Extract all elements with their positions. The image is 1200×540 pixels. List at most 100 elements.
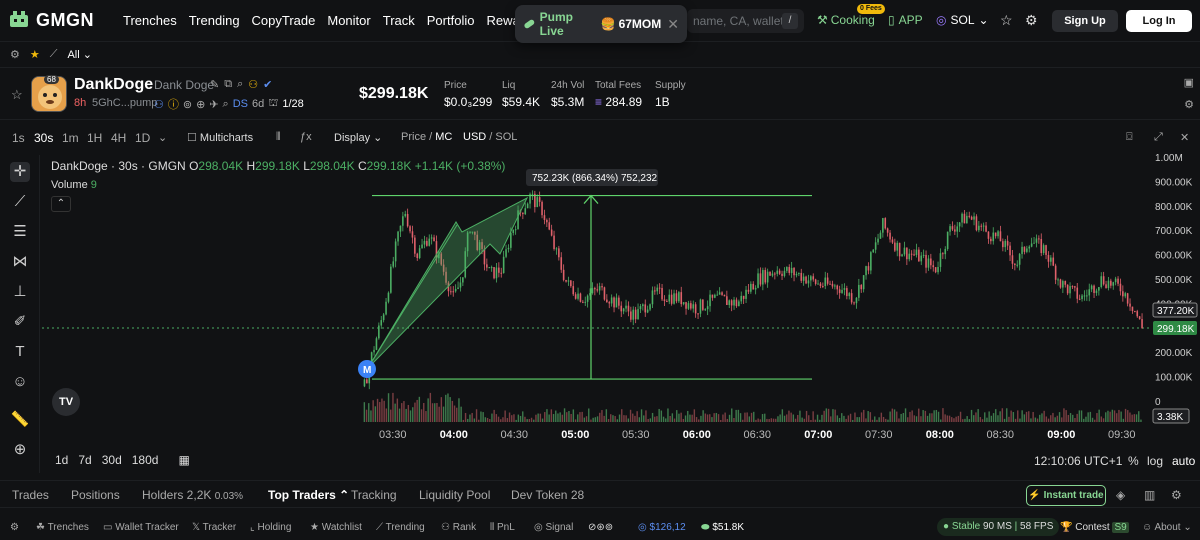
chef-hat-icon[interactable]: ⛫ bbox=[268, 97, 278, 111]
settings-icon[interactable]: ⚙ bbox=[1184, 98, 1194, 111]
panel-icon[interactable]: ▣ bbox=[1184, 76, 1194, 89]
star-icon[interactable]: ★ bbox=[30, 48, 40, 61]
timeframe-4h[interactable]: 4H bbox=[111, 131, 126, 145]
nav-track[interactable]: Track bbox=[383, 13, 415, 28]
balance-1[interactable]: ◎ $126,12 bbox=[638, 522, 686, 533]
dex-screener-label[interactable]: DS bbox=[233, 98, 248, 110]
scale-auto[interactable]: auto bbox=[1172, 454, 1195, 468]
close-icon[interactable]: ✕ bbox=[1180, 131, 1189, 144]
scale-log[interactable]: log bbox=[1147, 454, 1163, 468]
calendar-icon[interactable]: ▦ bbox=[178, 453, 189, 467]
candle-type-icon[interactable]: ⫴ bbox=[276, 131, 281, 144]
footer-watchlist[interactable]: ★ Watchlist bbox=[310, 522, 362, 533]
timeframe-30s[interactable]: 30s bbox=[34, 131, 53, 145]
search-icon[interactable]: ⌕ bbox=[223, 98, 229, 111]
about-menu[interactable]: ☺ About ⌄ bbox=[1142, 522, 1192, 533]
timeframe-1m[interactable]: 1m bbox=[62, 131, 79, 145]
range-7d[interactable]: 7d bbox=[78, 453, 91, 467]
balance-2[interactable]: ⬬ $51.8K bbox=[701, 522, 744, 533]
pump-live-popup[interactable]: Pump Live 🍔 67MOM ✕ bbox=[515, 5, 687, 43]
log-in-button[interactable]: Log In bbox=[1126, 10, 1192, 32]
nav-copytrade[interactable]: CopyTrade bbox=[252, 13, 316, 28]
nav-portfolio[interactable]: Portfolio bbox=[427, 13, 475, 28]
zoom-icon[interactable]: ⊕ bbox=[10, 440, 30, 460]
search-input[interactable]: name, CA, wallet / bbox=[687, 9, 804, 33]
app-button[interactable]: ▯ APP bbox=[888, 13, 923, 27]
gear-icon[interactable]: ⚙ bbox=[10, 48, 20, 61]
wallet-icons[interactable]: ⊘⊛⊚ bbox=[588, 522, 613, 533]
expand-icon[interactable]: ⤢ bbox=[1154, 131, 1163, 144]
panel-icon[interactable]: ▥ bbox=[1144, 488, 1155, 502]
chart-canvas[interactable]: 1.00M 900.00K 800.00K 700.00K 600.00K 500.00K… bbox=[42, 150, 1200, 475]
chain-select[interactable]: ◎ SOL ⌄ bbox=[936, 13, 989, 27]
display-menu[interactable]: Display ⌄ bbox=[334, 131, 382, 144]
tab-top-traders[interactable]: Top Traders ⌃ bbox=[268, 488, 349, 502]
price-mc-toggle[interactable]: Price / MC bbox=[401, 131, 452, 143]
warning-icon[interactable]: ⓘ bbox=[168, 96, 179, 112]
gear-icon[interactable]: ⚙ bbox=[10, 522, 19, 533]
range-1d[interactable]: 1d bbox=[55, 453, 68, 467]
paint-icon[interactable]: ◈ bbox=[1116, 488, 1125, 502]
collapse-button[interactable]: ⌃ bbox=[51, 196, 71, 212]
pump-token[interactable]: 🍔 67MOM bbox=[601, 17, 662, 31]
footer-trenches[interactable]: ☘ Trenches bbox=[36, 522, 89, 533]
copy-icon[interactable]: ⧉ bbox=[224, 78, 232, 91]
globe-icon[interactable]: ⊕ bbox=[196, 98, 205, 111]
range-180d[interactable]: 180d bbox=[132, 453, 159, 467]
pump-live-label[interactable]: Pump Live bbox=[523, 10, 595, 38]
tab-liquidity-pool[interactable]: Liquidity Pool bbox=[419, 488, 490, 502]
footer-signal[interactable]: ◎ Signal bbox=[534, 522, 573, 533]
edit-icon[interactable]: ✎ bbox=[210, 78, 219, 91]
pattern-icon[interactable]: ⋈ bbox=[10, 252, 30, 272]
people-icon[interactable]: ⚇ bbox=[248, 78, 258, 91]
close-icon[interactable]: ✕ bbox=[667, 16, 679, 33]
tab-holders[interactable]: Holders 2,2K 0.03% bbox=[142, 488, 243, 502]
crosshair-icon[interactable]: ✛ bbox=[10, 162, 30, 182]
footer-rank[interactable]: ⚇ Rank bbox=[441, 522, 476, 533]
trendline-icon[interactable]: ⟋ bbox=[10, 192, 30, 212]
chevron-down-icon[interactable]: ⌄ bbox=[158, 131, 167, 144]
logo[interactable]: GMGN bbox=[8, 9, 94, 31]
nav-trenches[interactable]: Trenches bbox=[123, 13, 177, 28]
measure-icon[interactable]: ⊥ bbox=[10, 282, 30, 302]
indicator-icon[interactable]: ƒx bbox=[300, 131, 312, 143]
multicharts-toggle[interactable]: ☐ Multicharts bbox=[187, 131, 253, 144]
currency-toggle[interactable]: USD / SOL bbox=[463, 131, 517, 143]
footer-pnl[interactable]: ⫴ PnL bbox=[490, 522, 515, 533]
camera-icon[interactable]: ⌼ bbox=[1126, 131, 1133, 144]
timeframe-1s[interactable]: 1s bbox=[12, 131, 25, 145]
tab-dev-token[interactable]: Dev Token 28 bbox=[511, 488, 584, 502]
sign-up-button[interactable]: Sign Up bbox=[1052, 10, 1118, 32]
footer-tracker[interactable]: 𝕏 Tracker bbox=[192, 522, 236, 533]
contract-address[interactable]: 5GhC...pump bbox=[92, 97, 157, 109]
holders-icon[interactable]: ⚇ bbox=[154, 98, 164, 111]
footer-holding[interactable]: ⌞ Holding bbox=[250, 522, 291, 533]
search-icon[interactable]: ⌕ bbox=[237, 78, 243, 91]
timeframe-1h[interactable]: 1H bbox=[87, 131, 102, 145]
horizontal-lines-icon[interactable]: ☰ bbox=[10, 222, 30, 242]
nav-monitor[interactable]: Monitor bbox=[327, 13, 370, 28]
twitter-icon[interactable]: ✔ bbox=[263, 78, 272, 91]
text-icon[interactable]: T bbox=[10, 342, 30, 362]
scale-percent[interactable]: % bbox=[1128, 454, 1139, 468]
telegram-icon[interactable]: ✈ bbox=[209, 98, 218, 111]
emoji-icon[interactable]: ☺ bbox=[10, 372, 30, 392]
settings-icon[interactable]: ⚙ bbox=[1171, 488, 1182, 502]
tab-positions[interactable]: Positions bbox=[71, 488, 120, 502]
ruler-icon[interactable]: 📏 bbox=[10, 410, 30, 430]
footer-wallet-tracker[interactable]: ▭ Wallet Tracker bbox=[103, 522, 179, 533]
brush-icon[interactable]: ✐ bbox=[10, 312, 30, 332]
star-icon[interactable]: ☆ bbox=[11, 87, 23, 103]
chart-icon[interactable]: ⟋ bbox=[50, 48, 58, 61]
contest-link[interactable]: 🏆 Contest S9 bbox=[1060, 522, 1129, 533]
tab-tracking[interactable]: Tracking bbox=[351, 488, 397, 502]
filter-select[interactable]: All ⌄ bbox=[67, 48, 92, 61]
nav-trending[interactable]: Trending bbox=[189, 13, 240, 28]
price-chart[interactable]: 1.00M 900.00K 800.00K 700.00K 600.00K 500.00K… bbox=[42, 150, 1200, 475]
timeframe-1d[interactable]: 1D bbox=[135, 131, 150, 145]
tradingview-logo[interactable]: TV bbox=[52, 388, 80, 416]
tab-trades[interactable]: Trades bbox=[12, 488, 49, 502]
cooking-button[interactable]: ⚒ Cooking bbox=[817, 13, 875, 27]
instant-trade-button[interactable]: ⚡ Instant trade bbox=[1026, 485, 1106, 506]
footer-trending[interactable]: ⟋ Trending bbox=[376, 522, 425, 533]
